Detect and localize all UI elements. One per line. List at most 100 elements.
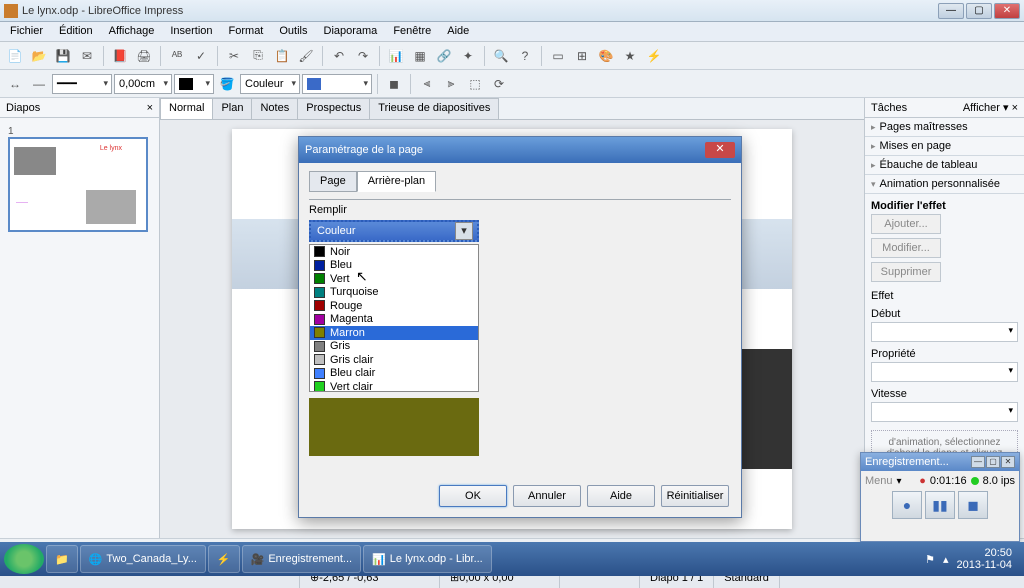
rec-min-icon[interactable]: — [971, 456, 985, 468]
zoom-icon[interactable]: 🔍 [490, 45, 512, 67]
paste-icon[interactable]: 📋 [271, 45, 293, 67]
start-button[interactable] [4, 544, 44, 574]
view-tab-4[interactable]: Trieuse de diapositives [369, 98, 499, 119]
undo-icon[interactable]: ↶ [328, 45, 350, 67]
spell-icon[interactable]: ᴬᴮ [166, 45, 188, 67]
line-width-combo[interactable]: 0,00cm [114, 74, 172, 94]
system-tray[interactable]: ⚑ ▴ 20:50 2013-11-04 [917, 547, 1020, 571]
view-tab-1[interactable]: Plan [212, 98, 252, 119]
fill-type-select[interactable]: Couleur [309, 220, 479, 242]
rec-record-button[interactable]: ● [892, 491, 922, 519]
menu-fenêtre[interactable]: Fenêtre [385, 22, 439, 41]
tray-up-icon[interactable]: ▴ [943, 553, 949, 566]
slide-icon[interactable]: ▭ [547, 45, 569, 67]
fill-type-combo[interactable]: Couleur [240, 74, 300, 94]
taskbar-recording[interactable]: 🎥 Enregistrement... [242, 545, 361, 573]
taskbar-impress[interactable]: 📊 Le lynx.odp - Libr... [363, 545, 492, 573]
arrow-ends-icon[interactable]: ↔ [4, 73, 26, 95]
fill-color-combo[interactable] [302, 74, 372, 94]
color-option[interactable]: Vert clair [310, 380, 478, 392]
menu-outils[interactable]: Outils [271, 22, 315, 41]
color-option[interactable]: Turquoise [310, 286, 478, 300]
slide-thumbnail[interactable]: Le lynx ------ [8, 137, 148, 232]
shadow-icon[interactable]: ◼ [383, 73, 405, 95]
color-list[interactable]: NoirBleuVertTurquoiseRougeMagentaMarronG… [309, 244, 479, 392]
tab-background[interactable]: Arrière-plan [357, 171, 436, 192]
cut-icon[interactable]: ✂ [223, 45, 245, 67]
menu-diaporama[interactable]: Diaporama [316, 22, 386, 41]
redo-icon[interactable]: ↷ [352, 45, 374, 67]
email-icon[interactable]: ✉ [76, 45, 98, 67]
color-option[interactable]: Marron [310, 326, 478, 340]
menu-édition[interactable]: Édition [51, 22, 101, 41]
save-icon[interactable]: 💾 [52, 45, 74, 67]
anim-speed-combo[interactable] [871, 402, 1018, 422]
table-icon[interactable]: ▦ [409, 45, 431, 67]
taskbar-explorer[interactable]: 📁 [46, 545, 78, 573]
chart-icon[interactable]: 📊 [385, 45, 407, 67]
close-button[interactable]: ✕ [994, 3, 1020, 19]
color-option[interactable]: Rouge [310, 299, 478, 313]
taskbar-chrome[interactable]: 🌐 Two_Canada_Ly... [80, 545, 206, 573]
interact-icon[interactable]: ⚡ [643, 45, 665, 67]
print-icon[interactable]: 🖨 [133, 45, 155, 67]
line-style-icon[interactable]: — [28, 73, 50, 95]
rotate-icon[interactable]: ⟳ [488, 73, 510, 95]
open-icon[interactable]: 📂 [28, 45, 50, 67]
rec-stop-button[interactable]: ◼ [958, 491, 988, 519]
anim-add-button[interactable]: Ajouter... [871, 214, 941, 234]
task-section-2[interactable]: Ébauche de tableau [865, 156, 1024, 175]
recording-window[interactable]: Enregistrement... —▢✕ Menu▾ ● 0:01:16 8.… [860, 452, 1020, 542]
color-option[interactable]: Vert [310, 272, 478, 286]
pdf-icon[interactable]: 📕 [109, 45, 131, 67]
view-tab-0[interactable]: Normal [160, 98, 213, 119]
align2-icon[interactable]: ⫸ [440, 73, 462, 95]
dialog-titlebar[interactable]: Paramétrage de la page ✕ [299, 137, 741, 163]
rec-close-icon[interactable]: ✕ [1001, 456, 1015, 468]
view-tab-3[interactable]: Prospectus [297, 98, 370, 119]
color-option[interactable]: Gris clair [310, 353, 478, 367]
line-style-combo[interactable]: ━━━ [52, 74, 112, 94]
color-option[interactable]: Noir [310, 245, 478, 259]
layout-icon[interactable]: ⊞ [571, 45, 593, 67]
ok-button[interactable]: OK [439, 485, 507, 507]
help-icon[interactable]: ? [514, 45, 536, 67]
task-section-3[interactable]: Animation personnalisée [865, 175, 1024, 194]
menu-affichage[interactable]: Affichage [101, 22, 163, 41]
navigator-icon[interactable]: ✦ [457, 45, 479, 67]
dialog-close-button[interactable]: ✕ [705, 142, 735, 158]
fill-icon[interactable]: 🪣 [216, 73, 238, 95]
menu-fichier[interactable]: Fichier [2, 22, 51, 41]
anim-icon[interactable]: ★ [619, 45, 641, 67]
maximize-button[interactable]: ▢ [966, 3, 992, 19]
menu-insertion[interactable]: Insertion [162, 22, 220, 41]
rec-max-icon[interactable]: ▢ [986, 456, 1000, 468]
color-option[interactable]: Magenta [310, 313, 478, 327]
task-section-1[interactable]: Mises en page [865, 137, 1024, 156]
anim-start-combo[interactable] [871, 322, 1018, 342]
reset-button[interactable]: Réinitialiser [661, 485, 729, 507]
rec-pause-button[interactable]: ▮▮ [925, 491, 955, 519]
menu-format[interactable]: Format [221, 22, 272, 41]
autospell-icon[interactable]: ✓ [190, 45, 212, 67]
copy-icon[interactable]: ⎘ [247, 45, 269, 67]
slides-panel-close-icon[interactable]: × [147, 102, 153, 114]
design-icon[interactable]: 🎨 [595, 45, 617, 67]
tasks-show[interactable]: Afficher ▾ × [963, 101, 1018, 114]
color-option[interactable]: Bleu clair [310, 367, 478, 381]
color-option[interactable]: Bleu [310, 259, 478, 273]
new-icon[interactable]: 📄 [4, 45, 26, 67]
view-tab-2[interactable]: Notes [251, 98, 298, 119]
task-section-0[interactable]: Pages maîtresses [865, 118, 1024, 137]
color-option[interactable]: Gris [310, 340, 478, 354]
line-color-combo[interactable] [174, 74, 214, 94]
hyperlink-icon[interactable]: 🔗 [433, 45, 455, 67]
anim-modify-button[interactable]: Modifier... [871, 238, 941, 258]
menu-aide[interactable]: Aide [439, 22, 477, 41]
cancel-button[interactable]: Annuler [513, 485, 581, 507]
brush-icon[interactable]: 🖌 [295, 45, 317, 67]
align1-icon[interactable]: ⫷ [416, 73, 438, 95]
anim-delete-button[interactable]: Supprimer [871, 262, 941, 282]
anim-prop-combo[interactable] [871, 362, 1018, 382]
taskbar-winamp[interactable]: ⚡ [208, 545, 240, 573]
